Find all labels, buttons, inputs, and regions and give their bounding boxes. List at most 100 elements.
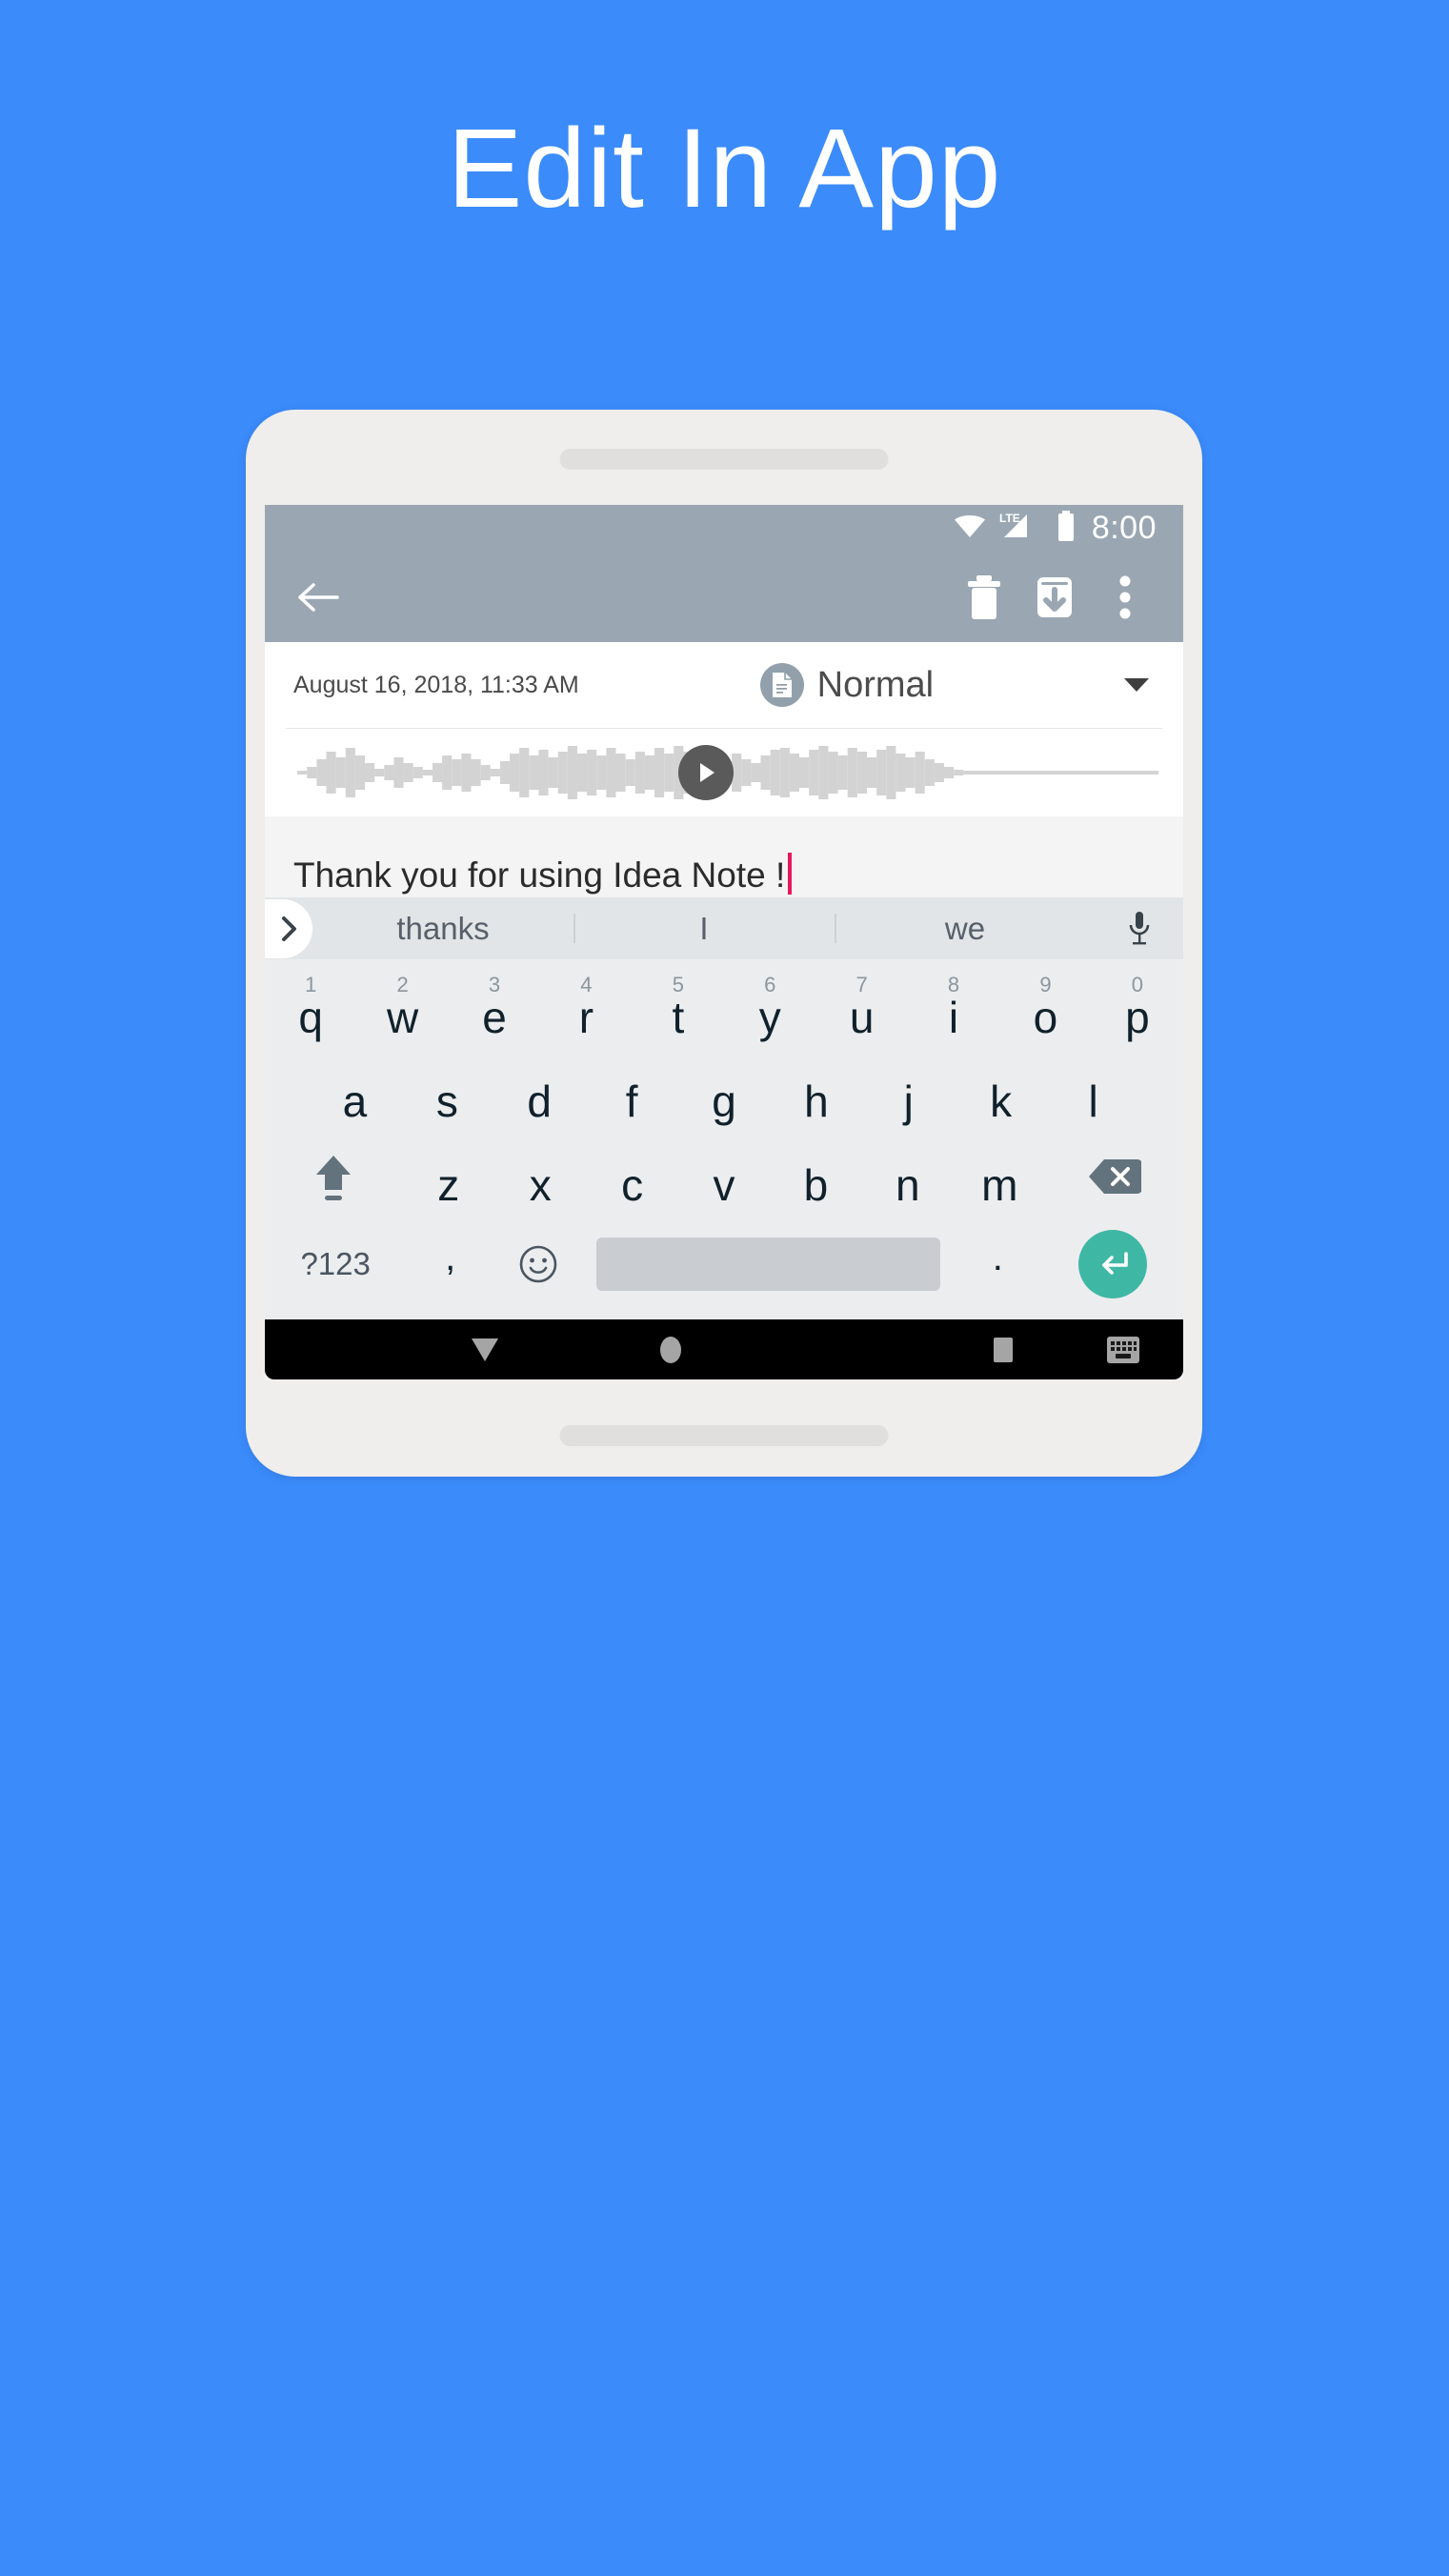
shift-arrow-up-icon[interactable] (265, 1135, 403, 1218)
key-v[interactable]: v (678, 1135, 770, 1218)
text-cursor (788, 853, 793, 896)
status-bar: LTE 8:00 (265, 505, 1183, 552)
key-number: 9 (1039, 973, 1052, 997)
key-number: 3 (488, 973, 501, 997)
battery-icon (1057, 510, 1076, 546)
on-screen-keyboard: 1q 2w 3e 4r 5t 6y 7u 8i 9o 0p a s d f g … (265, 959, 1183, 1320)
key-a[interactable]: a (309, 1051, 401, 1135)
key-s[interactable]: s (401, 1051, 493, 1135)
key-letter: m (981, 1159, 1018, 1210)
phone-bottom-bezel-bar (559, 1425, 889, 1446)
keyboard-row-2: a s d f g h j k l (265, 1051, 1183, 1135)
key-k[interactable]: k (955, 1051, 1047, 1135)
key-g[interactable]: g (678, 1051, 771, 1135)
key-letter: o (1033, 992, 1058, 1042)
note-body-text: Thank you for using Idea Note ! (293, 855, 786, 896)
circle-home-icon[interactable] (584, 1334, 757, 1366)
key-letter: n (896, 1159, 920, 1210)
key-comma[interactable]: , (406, 1237, 494, 1293)
square-recents-icon[interactable] (944, 1335, 1064, 1365)
trash-icon[interactable] (949, 562, 1019, 633)
key-letter: g (712, 1076, 736, 1126)
key-o[interactable]: 9o (999, 967, 1091, 1051)
chevron-right-icon[interactable] (265, 898, 312, 958)
note-type-selector[interactable]: Normal (579, 663, 1115, 708)
wifi-icon (954, 513, 986, 543)
triangle-down-icon[interactable] (385, 1335, 585, 1365)
key-f[interactable]: f (586, 1051, 678, 1135)
key-letter: j (903, 1076, 914, 1126)
note-text-editor[interactable]: Thank you for using Idea Note ! (265, 816, 1183, 898)
archive-download-icon[interactable] (1019, 562, 1090, 633)
key-i[interactable]: 8i (908, 967, 999, 1051)
key-symbols[interactable]: ?123 (265, 1246, 406, 1282)
key-enter[interactable] (1042, 1230, 1183, 1299)
key-w[interactable]: 2w (356, 967, 448, 1051)
document-icon (759, 663, 804, 708)
emoji-smiley-icon[interactable] (494, 1243, 583, 1285)
key-letter: h (804, 1076, 829, 1126)
key-t[interactable]: 5t (633, 967, 724, 1051)
keyboard-row-1: 1q 2w 3e 4r 5t 6y 7u 8i 9o 0p (265, 967, 1183, 1051)
key-space[interactable] (583, 1238, 954, 1292)
key-q[interactable]: 1q (265, 967, 356, 1051)
key-d[interactable]: d (493, 1051, 586, 1135)
key-number: 1 (305, 973, 317, 997)
signal-lte-icon: LTE (998, 512, 1044, 545)
suggestion-item-2[interactable]: I (574, 897, 835, 959)
key-p[interactable]: 0p (1092, 967, 1183, 1051)
key-m[interactable]: m (954, 1135, 1045, 1218)
key-n[interactable]: n (862, 1135, 954, 1218)
backspace-icon[interactable] (1045, 1135, 1183, 1218)
key-letter: e (482, 992, 507, 1042)
arrow-left-icon[interactable] (292, 571, 345, 624)
key-letter: d (527, 1076, 553, 1126)
key-l[interactable]: l (1047, 1051, 1139, 1135)
key-number: 7 (855, 973, 868, 997)
status-clock: 8:00 (1091, 510, 1157, 547)
microphone-icon[interactable] (1096, 910, 1183, 948)
play-icon[interactable] (677, 745, 734, 801)
suggestion-item-3[interactable]: we (835, 897, 1096, 959)
key-letter: v (713, 1159, 735, 1210)
key-z[interactable]: z (403, 1135, 494, 1218)
key-period[interactable]: . (954, 1237, 1042, 1293)
key-letter: b (803, 1159, 829, 1210)
audio-player[interactable] (265, 729, 1183, 817)
key-j[interactable]: j (862, 1051, 955, 1135)
key-letter: s (435, 1076, 458, 1126)
key-x[interactable]: x (494, 1135, 586, 1218)
android-navigation-bar (265, 1319, 1183, 1379)
key-r[interactable]: 4r (540, 967, 632, 1051)
key-letter: k (990, 1076, 1013, 1126)
chevron-down-icon[interactable] (1115, 675, 1158, 694)
key-letter: f (625, 1076, 638, 1126)
key-h[interactable]: h (770, 1051, 862, 1135)
suggestion-item-1[interactable]: thanks (312, 897, 574, 959)
enter-return-icon (1077, 1230, 1147, 1299)
more-vertical-icon[interactable] (1090, 562, 1160, 633)
note-type-label: Normal (816, 664, 935, 705)
space-bar-surface (595, 1238, 940, 1292)
key-letter: q (298, 992, 323, 1042)
keyboard-suggestion-bar: thanks I we (265, 897, 1183, 960)
key-u[interactable]: 7u (815, 967, 907, 1051)
key-number: 8 (947, 973, 960, 997)
key-e[interactable]: 3e (449, 967, 540, 1051)
phone-screen: LTE 8:00 August 16, 2018, 11:33 AM Norma… (265, 505, 1183, 1379)
key-letter: c (621, 1159, 644, 1210)
key-number: 4 (580, 973, 593, 997)
key-letter: l (1088, 1076, 1098, 1126)
key-b[interactable]: b (770, 1135, 861, 1218)
key-y[interactable]: 6y (724, 967, 815, 1051)
key-letter: x (529, 1159, 552, 1210)
note-meta-row: August 16, 2018, 11:33 AM Normal (265, 642, 1183, 728)
keyboard-icon[interactable] (1063, 1334, 1183, 1366)
key-letter: z (437, 1159, 460, 1210)
key-number: 0 (1131, 973, 1143, 997)
key-c[interactable]: c (586, 1135, 677, 1218)
key-number: 2 (396, 973, 409, 997)
key-letter: i (948, 992, 959, 1042)
phone-earpiece-speaker (559, 449, 889, 470)
note-header: August 16, 2018, 11:33 AM Normal (265, 642, 1183, 817)
